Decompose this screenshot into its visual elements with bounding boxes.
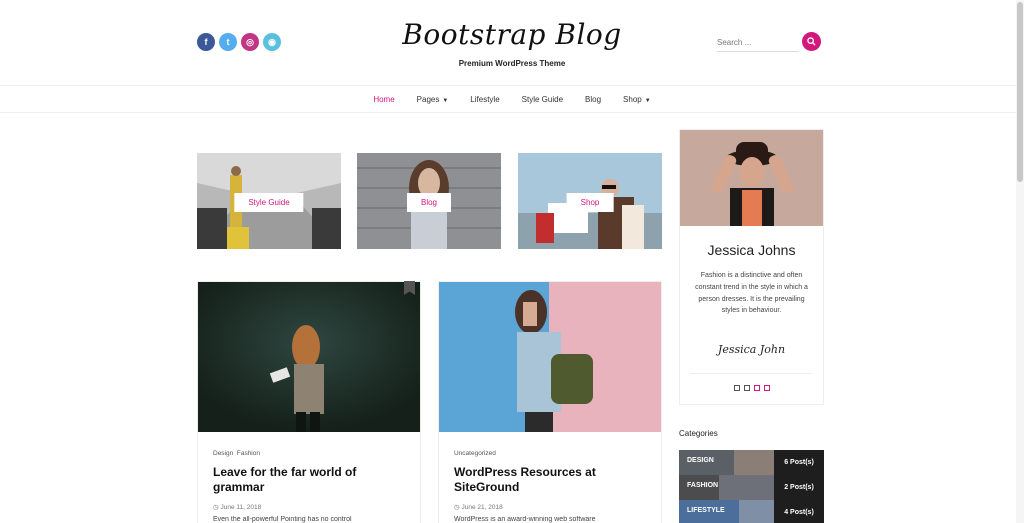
scrollbar-thumb[interactable] — [1017, 2, 1023, 182]
category-link[interactable]: Uncategorized — [454, 450, 496, 457]
categories-list: DESIGN 6 Post(s) FASHION 2 Post(s) LIFES… — [679, 450, 824, 523]
nav-home[interactable]: Home — [373, 95, 394, 104]
category-count: 2 Post(s) — [774, 475, 824, 500]
post-excerpt: Even the all-powerful Pointing has no co… — [213, 516, 352, 523]
author-bio: Fashion is a distinctive and often const… — [695, 272, 808, 315]
category-item-design[interactable]: DESIGN 6 Post(s) — [679, 450, 824, 475]
nav-shop-label: Shop — [623, 94, 642, 104]
carousel-dots — [680, 385, 823, 391]
promo-tile-style-guide[interactable]: Style Guide — [197, 153, 341, 249]
site-logo[interactable]: Bootstrap Blog — [0, 18, 1024, 51]
promo-tile-blog[interactable]: Blog — [357, 153, 501, 249]
category-link[interactable]: Fashion — [237, 450, 260, 457]
chevron-down-icon: ▼ — [442, 97, 449, 104]
author-signature: Jessica John — [717, 343, 786, 356]
author-name: Jessica Johns — [707, 242, 796, 258]
backpack-woman-photo — [439, 282, 661, 432]
nav-pages[interactable]: Pages ▼ — [417, 95, 449, 104]
post-card[interactable]: Design Fashion Leave for the far world o… — [197, 281, 421, 523]
nav-lifestyle[interactable]: Lifestyle — [470, 95, 499, 104]
promo-label: Style Guide — [234, 193, 304, 212]
author-photo — [680, 130, 823, 226]
nav-blog[interactable]: Blog — [585, 95, 601, 104]
post-date-text: June 21, 2018 — [461, 504, 503, 511]
category-name: LIFESTYLE — [687, 507, 725, 514]
reading-woman-photo — [198, 282, 420, 432]
categories-heading: Categories — [679, 429, 718, 438]
post-excerpt: WordPress is an award-winning web softwa… — [454, 516, 596, 523]
carousel-dot-active[interactable] — [753, 385, 760, 391]
category-count: 6 Post(s) — [774, 450, 824, 475]
site-tagline: Premium WordPress Theme — [458, 59, 566, 68]
category-name: DESIGN — [687, 457, 714, 464]
chevron-down-icon: ▼ — [644, 97, 651, 104]
post-title[interactable]: WordPress Resources at SiteGround — [454, 465, 649, 495]
promo-label: Blog — [406, 193, 452, 212]
post-image[interactable] — [439, 282, 661, 432]
carousel-dot[interactable] — [763, 385, 770, 391]
post-card[interactable]: Uncategorized WordPress Resources at Sit… — [438, 281, 662, 523]
promo-label: Shop — [566, 193, 614, 212]
post-categories: Design Fashion — [213, 450, 260, 457]
search-icon — [807, 37, 816, 46]
post-image[interactable] — [198, 282, 420, 432]
post-date: ◷ June 21, 2018 — [454, 503, 503, 511]
main-nav: Home Pages ▼ Lifestyle Style Guide Blog S… — [0, 85, 1024, 113]
promo-tile-shop[interactable]: Shop — [518, 153, 662, 249]
search-button[interactable] — [802, 32, 821, 51]
post-date: ◷ June 11, 2018 — [213, 503, 261, 511]
search-input[interactable]: Search ... — [717, 32, 799, 52]
category-link[interactable]: Design — [213, 450, 233, 457]
author-widget: Jessica Johns Fashion is a distinctive a… — [679, 129, 824, 405]
nav-style-guide[interactable]: Style Guide — [522, 95, 563, 104]
divider — [690, 373, 813, 374]
category-item-lifestyle[interactable]: LIFESTYLE 4 Post(s) — [679, 500, 824, 523]
post-title[interactable]: Leave for the far world of grammar — [213, 465, 408, 495]
carousel-dot[interactable] — [743, 385, 750, 391]
clock-icon: ◷ — [213, 504, 219, 511]
category-item-fashion[interactable]: FASHION 2 Post(s) — [679, 475, 824, 500]
search-form: Search ... — [717, 32, 821, 52]
post-categories: Uncategorized — [454, 450, 496, 457]
carousel-dot[interactable] — [733, 385, 740, 391]
post-date-text: June 11, 2018 — [220, 504, 262, 511]
page-scrollbar[interactable] — [1016, 0, 1024, 523]
category-name: FASHION — [687, 482, 719, 489]
nav-pages-label: Pages — [416, 94, 440, 104]
clock-icon: ◷ — [454, 504, 460, 511]
author-portrait-photo — [680, 130, 823, 226]
category-count: 4 Post(s) — [774, 500, 824, 523]
nav-shop[interactable]: Shop ▼ — [623, 95, 651, 104]
